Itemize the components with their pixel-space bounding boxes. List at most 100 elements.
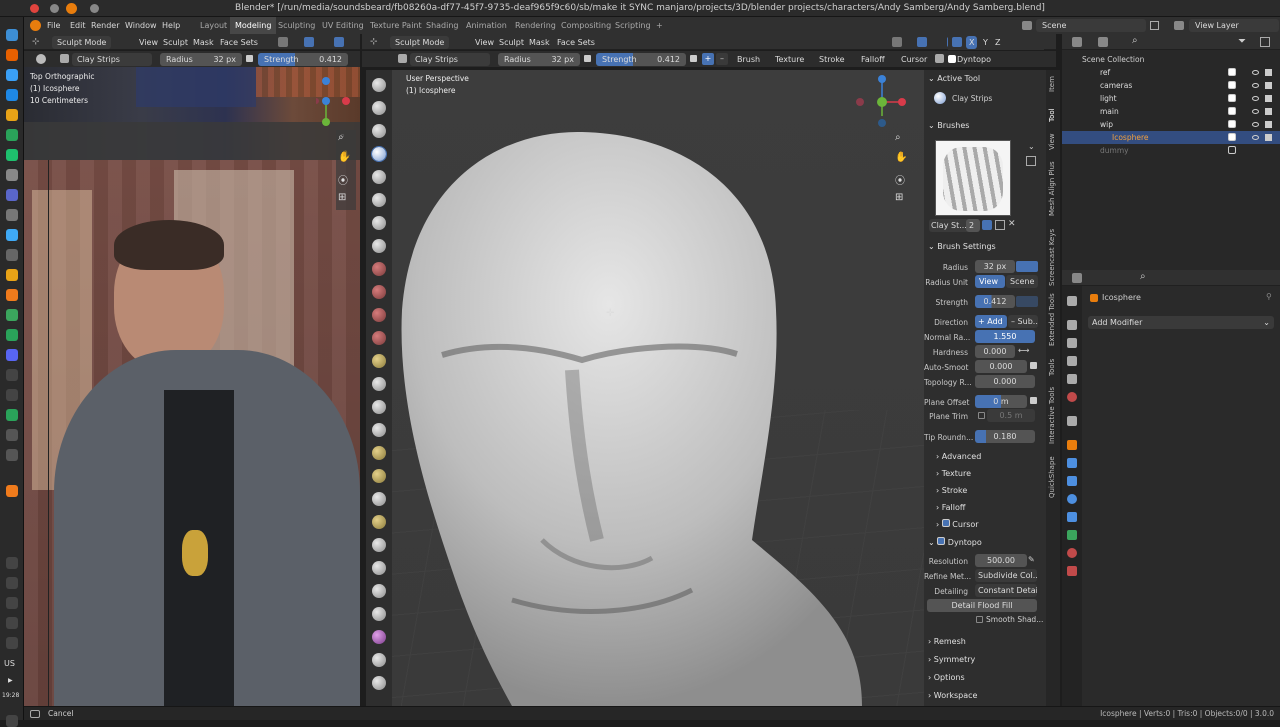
app-icon-2[interactable] bbox=[6, 189, 18, 201]
main-menu-face-sets[interactable]: Face Sets bbox=[552, 36, 600, 49]
tool-elastic-deform[interactable] bbox=[372, 446, 386, 460]
tool-fill[interactable] bbox=[372, 331, 386, 345]
main-strength-field[interactable]: Strength 0.412 bbox=[596, 53, 686, 66]
eyedropper-icon[interactable]: ✎ bbox=[1028, 555, 1035, 564]
tool-flatten[interactable] bbox=[372, 308, 386, 322]
strength-pressure-icon[interactable] bbox=[1016, 296, 1038, 307]
texture-section[interactable]: › Texture bbox=[936, 469, 971, 478]
dyntopo-panel-checkbox[interactable] bbox=[937, 537, 946, 545]
tab-extended-tools[interactable]: Extended Tools bbox=[1048, 293, 1056, 346]
left-radius-field[interactable]: Radius 32 px bbox=[160, 53, 242, 66]
tool-simplify[interactable] bbox=[372, 653, 386, 667]
tab-animation[interactable]: Animation bbox=[461, 17, 512, 34]
view-layer-selector[interactable]: View Layer bbox=[1189, 19, 1279, 32]
steam-tray-icon[interactable] bbox=[6, 597, 18, 609]
scene-icon[interactable] bbox=[1022, 21, 1032, 30]
browser-icon[interactable] bbox=[6, 89, 18, 101]
detailing-select[interactable]: Constant Detail bbox=[975, 584, 1037, 597]
tab-item[interactable]: Item bbox=[1048, 76, 1056, 92]
outliner-search-icon[interactable]: ⌕ bbox=[1132, 35, 1138, 46]
tab-quickshape[interactable]: QuickShape bbox=[1048, 456, 1056, 498]
visibility-eye-icon[interactable] bbox=[1252, 109, 1259, 114]
menu-edit[interactable]: Edit bbox=[70, 17, 86, 34]
tab-uv-editing[interactable]: UV Editing bbox=[317, 17, 369, 34]
tool-boundary[interactable] bbox=[372, 607, 386, 621]
brush-settings-section[interactable]: ⌄ Brush Settings bbox=[928, 242, 996, 251]
exclude-checkbox[interactable] bbox=[1228, 107, 1236, 115]
pen-tray-icon[interactable] bbox=[6, 557, 18, 569]
tab-compositing[interactable]: Compositing bbox=[556, 17, 616, 34]
visibility-eye-icon[interactable] bbox=[1252, 83, 1259, 88]
scene-props-icon[interactable] bbox=[1067, 374, 1077, 384]
menu-file[interactable]: File bbox=[47, 17, 60, 34]
header-falloff-menu[interactable]: Falloff bbox=[856, 53, 890, 66]
tool-clay-strips[interactable] bbox=[371, 146, 387, 162]
outliner-row-icosphere[interactable]: Icosphere bbox=[1062, 131, 1280, 144]
radius-field[interactable]: 32 px bbox=[975, 260, 1015, 273]
cursor-section[interactable]: › Cursor bbox=[936, 519, 979, 529]
left-view-icon[interactable] bbox=[278, 37, 288, 47]
tab-screencast-keys[interactable]: Screencast Keys bbox=[1048, 229, 1056, 286]
app-icon-9[interactable] bbox=[6, 409, 18, 421]
main-radius-pressure-icon[interactable] bbox=[584, 55, 591, 62]
folder-icon[interactable] bbox=[6, 109, 18, 121]
main-zoom-icon[interactable]: ⌕ bbox=[895, 132, 901, 143]
left-camera-view-icon[interactable]: ⦿ bbox=[338, 172, 348, 187]
tool-grab[interactable] bbox=[372, 423, 386, 437]
keyboard-layout[interactable]: US bbox=[4, 659, 15, 668]
workspace-section[interactable]: › Workspace bbox=[928, 691, 977, 700]
direction-add-icon[interactable]: + bbox=[702, 53, 714, 65]
terminal-icon[interactable] bbox=[6, 209, 18, 221]
left-gizmo-icon[interactable] bbox=[304, 37, 314, 47]
brush-list-icon[interactable]: ⌄ bbox=[1028, 142, 1035, 151]
app-icon-6[interactable] bbox=[6, 329, 18, 341]
scene-selector[interactable]: Scene bbox=[1036, 19, 1146, 32]
outliner-row-wip[interactable]: wip bbox=[1062, 118, 1280, 131]
app-icon-7[interactable] bbox=[6, 369, 18, 381]
app-icon-8[interactable] bbox=[6, 389, 18, 401]
tool-blob[interactable] bbox=[372, 239, 386, 253]
app-icon-11[interactable] bbox=[6, 449, 18, 461]
view-layer-props-icon[interactable] bbox=[1067, 356, 1077, 366]
tab-modeling[interactable]: Modeling bbox=[230, 17, 277, 34]
main-camera-icon[interactable]: ⦿ bbox=[895, 172, 905, 187]
main-brush-selector[interactable]: Clay Strips bbox=[410, 53, 490, 66]
exclude-checkbox[interactable] bbox=[1228, 120, 1236, 128]
add-workspace-button[interactable]: + bbox=[651, 17, 668, 34]
visibility-eye-icon[interactable] bbox=[1252, 96, 1259, 101]
world-props-icon[interactable] bbox=[1067, 392, 1077, 402]
editor-type-icon[interactable]: ⊹ bbox=[32, 37, 40, 47]
main-gizmo-icon[interactable] bbox=[917, 37, 927, 47]
direction-add-button[interactable]: + Add bbox=[975, 315, 1007, 328]
tab-interactive-tools[interactable]: Interactive Tools bbox=[1048, 387, 1056, 444]
plane-trim-field[interactable]: 0.5 m bbox=[987, 409, 1035, 422]
volume-tray-icon[interactable] bbox=[6, 637, 18, 649]
tool-clay[interactable] bbox=[372, 124, 386, 138]
duplicate-brush-icon[interactable] bbox=[995, 220, 1005, 230]
falloff-section[interactable]: › Falloff bbox=[936, 503, 965, 512]
physics-props-icon[interactable] bbox=[1067, 494, 1077, 504]
properties-editor-icon[interactable] bbox=[1072, 273, 1082, 283]
outliner-root[interactable]: Scene Collection bbox=[1082, 53, 1144, 66]
render-camera-icon[interactable] bbox=[1265, 121, 1272, 128]
left-overlay-icon[interactable] bbox=[334, 37, 344, 47]
output-props-icon[interactable] bbox=[1067, 338, 1077, 348]
symmetry-x-button[interactable]: X bbox=[966, 36, 978, 49]
tool-snake-hook[interactable] bbox=[372, 469, 386, 483]
unlink-brush-icon[interactable]: ✕ bbox=[1008, 219, 1016, 229]
brush-name-field[interactable]: Clay St... bbox=[929, 219, 969, 232]
menu-help[interactable]: Help bbox=[162, 17, 180, 34]
tool-slide-relax[interactable] bbox=[372, 584, 386, 598]
radius-unit-scene[interactable]: Scene bbox=[1006, 275, 1038, 288]
main-mode-selector[interactable]: Sculpt Mode bbox=[390, 36, 450, 49]
modifier-props-icon[interactable] bbox=[1067, 458, 1077, 468]
outliner-row-light[interactable]: light bbox=[1062, 92, 1280, 105]
left-mode-selector[interactable]: Sculpt Mode bbox=[52, 36, 112, 49]
tool-pinch[interactable] bbox=[372, 400, 386, 414]
left-camera-icon[interactable]: ⌕ bbox=[338, 132, 344, 143]
outliner-row-dummy[interactable]: dummy bbox=[1062, 144, 1280, 157]
properties-search-icon[interactable]: ⌕ bbox=[1140, 271, 1146, 282]
exclude-checkbox[interactable] bbox=[1228, 81, 1236, 89]
tool-props-icon[interactable] bbox=[1067, 296, 1077, 306]
blender-active-icon[interactable] bbox=[6, 485, 18, 497]
